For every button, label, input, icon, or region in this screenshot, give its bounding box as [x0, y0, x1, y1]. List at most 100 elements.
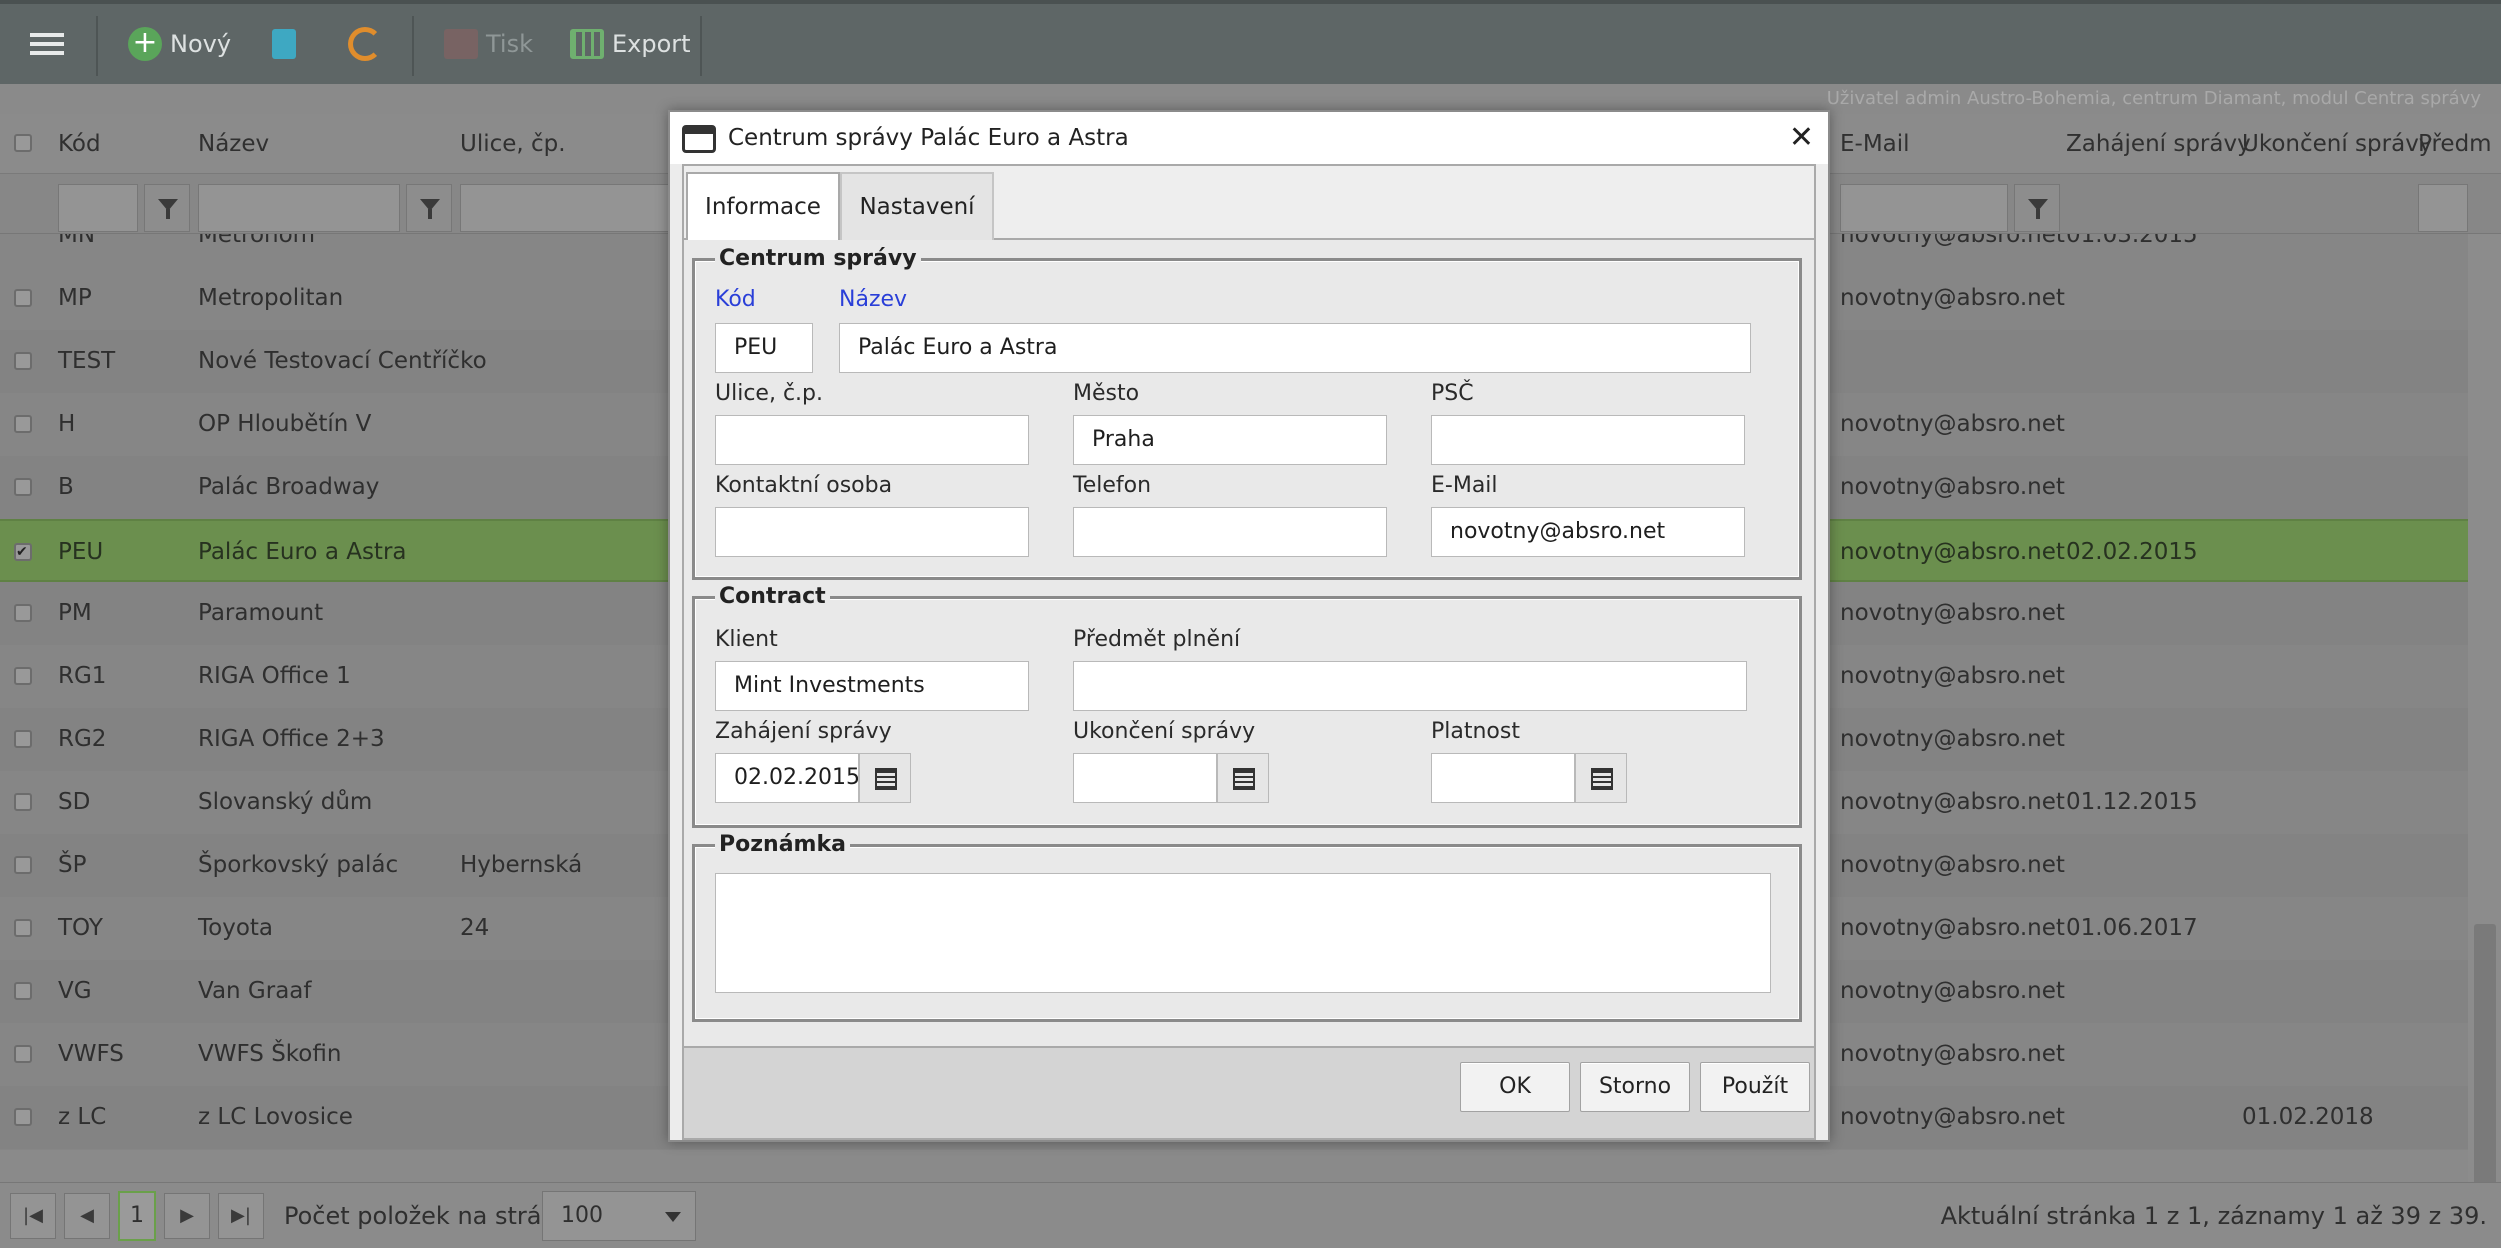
cell-email: novotny@absro.net [1840, 539, 2065, 565]
row-checkbox[interactable] [14, 667, 32, 685]
refresh-button[interactable] [348, 4, 382, 84]
column-header-name[interactable]: Název [198, 114, 269, 174]
spreadsheet-icon [570, 29, 604, 59]
tab-content: Centrum správy Kód Název PEU Palác Euro … [682, 240, 1816, 1048]
city-label: Město [1073, 381, 1140, 406]
filter-email-input[interactable] [1840, 184, 2008, 232]
close-icon[interactable]: ✕ [1789, 112, 1814, 164]
code-field[interactable]: PEU [715, 323, 813, 373]
column-header-street[interactable]: Ulice, čp. [460, 114, 566, 174]
print-button[interactable]: Tisk [444, 4, 533, 84]
cell-email: novotny@absro.net [1840, 234, 2065, 248]
calendar-icon[interactable] [859, 753, 911, 803]
phone-field[interactable] [1073, 507, 1387, 557]
row-checkbox[interactable] [14, 1045, 32, 1063]
select-all-checkbox[interactable] [14, 134, 32, 152]
current-page[interactable]: 1 [118, 1191, 156, 1241]
tab-nastaveni[interactable]: Nastavení [840, 172, 994, 242]
filter-icon[interactable] [2014, 184, 2060, 232]
cell-name: Paramount [198, 600, 324, 626]
prev-page-button[interactable]: ◀ [64, 1193, 110, 1239]
per-page-select[interactable]: 100 [542, 1191, 696, 1241]
end-label: Ukončení správy [1073, 719, 1256, 744]
row-checkbox[interactable] [14, 289, 32, 307]
apply-button[interactable]: Použít [1700, 1062, 1810, 1112]
delete-button[interactable] [272, 4, 296, 84]
column-header-code[interactable]: Kód [58, 114, 101, 174]
filter-subject-input[interactable] [2418, 184, 2468, 232]
pager: |◀ ◀ 1 ▶ ▶| Počet položek na stránku: 10… [0, 1182, 2501, 1248]
cell-email: novotny@absro.net [1840, 915, 2065, 941]
filter-name-input[interactable] [198, 184, 400, 232]
client-field[interactable]: Mint Investments [715, 661, 1029, 711]
zip-label: PSČ [1431, 381, 1474, 406]
tab-informace[interactable]: Informace [686, 172, 840, 242]
filter-code-input[interactable] [58, 184, 138, 232]
filter-icon[interactable] [144, 184, 190, 232]
cancel-button[interactable]: Storno [1580, 1062, 1690, 1112]
cell-code: VWFS [58, 1041, 124, 1067]
refresh-icon [348, 27, 382, 61]
cell-email: novotny@absro.net [1840, 789, 2065, 815]
center-fieldset: Centrum správy Kód Název PEU Palác Euro … [692, 247, 1802, 580]
cell-code: VG [58, 978, 92, 1004]
email-field[interactable]: novotny@absro.net [1431, 507, 1745, 557]
phone-label: Telefon [1073, 473, 1152, 498]
column-header-start[interactable]: Zahájení správy [2066, 114, 2251, 174]
row-checkbox[interactable] [14, 352, 32, 370]
subject-label: Předmět plnění [1073, 627, 1241, 652]
cell-email: novotny@absro.net [1840, 285, 2065, 311]
row-checkbox[interactable] [14, 604, 32, 622]
tab-bar: Informace Nastavení [682, 164, 1816, 242]
cell-name: Van Graaf [198, 978, 312, 1004]
dialog-titlebar[interactable]: Centrum správy Palác Euro a Astra ✕ [670, 112, 1828, 164]
pager-info: Aktuální stránka 1 z 1, záznamy 1 až 39 … [1940, 1202, 2487, 1230]
next-page-button[interactable]: ▶ [164, 1193, 210, 1239]
column-header-end[interactable]: Ukončení správy [2242, 114, 2432, 174]
new-button[interactable]: + Nový [128, 4, 231, 84]
start-date-field[interactable]: 02.02.2015 [715, 753, 859, 803]
calendar-icon[interactable] [1217, 753, 1269, 803]
calendar-icon[interactable] [1575, 753, 1627, 803]
menu-icon[interactable] [30, 4, 64, 84]
row-checkbox[interactable] [14, 793, 32, 811]
validity-date-field[interactable] [1431, 753, 1575, 803]
cell-email: novotny@absro.net [1840, 1041, 2065, 1067]
filter-street-input[interactable] [460, 184, 670, 232]
contact-field[interactable] [715, 507, 1029, 557]
contract-legend: Contract [715, 585, 830, 609]
cell-code: ŠP [58, 852, 87, 878]
per-page-value: 100 [561, 1203, 603, 1228]
zip-field[interactable] [1431, 415, 1745, 465]
cell-name: Metropolitan [198, 285, 344, 311]
row-checkbox[interactable] [14, 415, 32, 433]
row-checkbox[interactable]: ✔ [14, 543, 32, 561]
new-label: Nový [170, 30, 232, 58]
end-date-field[interactable] [1073, 753, 1217, 803]
filter-icon[interactable] [406, 184, 452, 232]
column-header-email[interactable]: E-Mail [1840, 114, 1910, 174]
last-page-button[interactable]: ▶| [218, 1193, 264, 1239]
row-checkbox[interactable] [14, 730, 32, 748]
cell-name: Šporkovský palác [198, 852, 399, 878]
row-checkbox[interactable] [14, 1108, 32, 1126]
cell-street: 24 [460, 915, 490, 941]
row-checkbox[interactable] [14, 982, 32, 1000]
row-checkbox[interactable] [14, 919, 32, 937]
note-fieldset: Poznámka [692, 833, 1802, 1022]
ok-button[interactable]: OK [1460, 1062, 1570, 1112]
cell-start: 02.02.2015 [2066, 539, 2198, 565]
column-header-subject[interactable]: Předm [2418, 114, 2492, 174]
city-field[interactable]: Praha [1073, 415, 1387, 465]
street-field[interactable] [715, 415, 1029, 465]
note-textarea[interactable] [715, 873, 1771, 993]
row-checkbox[interactable] [14, 856, 32, 874]
street-label: Ulice, č.p. [715, 381, 823, 406]
row-checkbox[interactable] [14, 478, 32, 496]
cell-email: novotny@absro.net [1840, 978, 2065, 1004]
export-button[interactable]: Export [570, 4, 691, 84]
name-field[interactable]: Palác Euro a Astra [839, 323, 1751, 373]
vertical-scrollbar[interactable] [2468, 234, 2501, 1248]
subject-field[interactable] [1073, 661, 1747, 711]
first-page-button[interactable]: |◀ [10, 1193, 56, 1239]
